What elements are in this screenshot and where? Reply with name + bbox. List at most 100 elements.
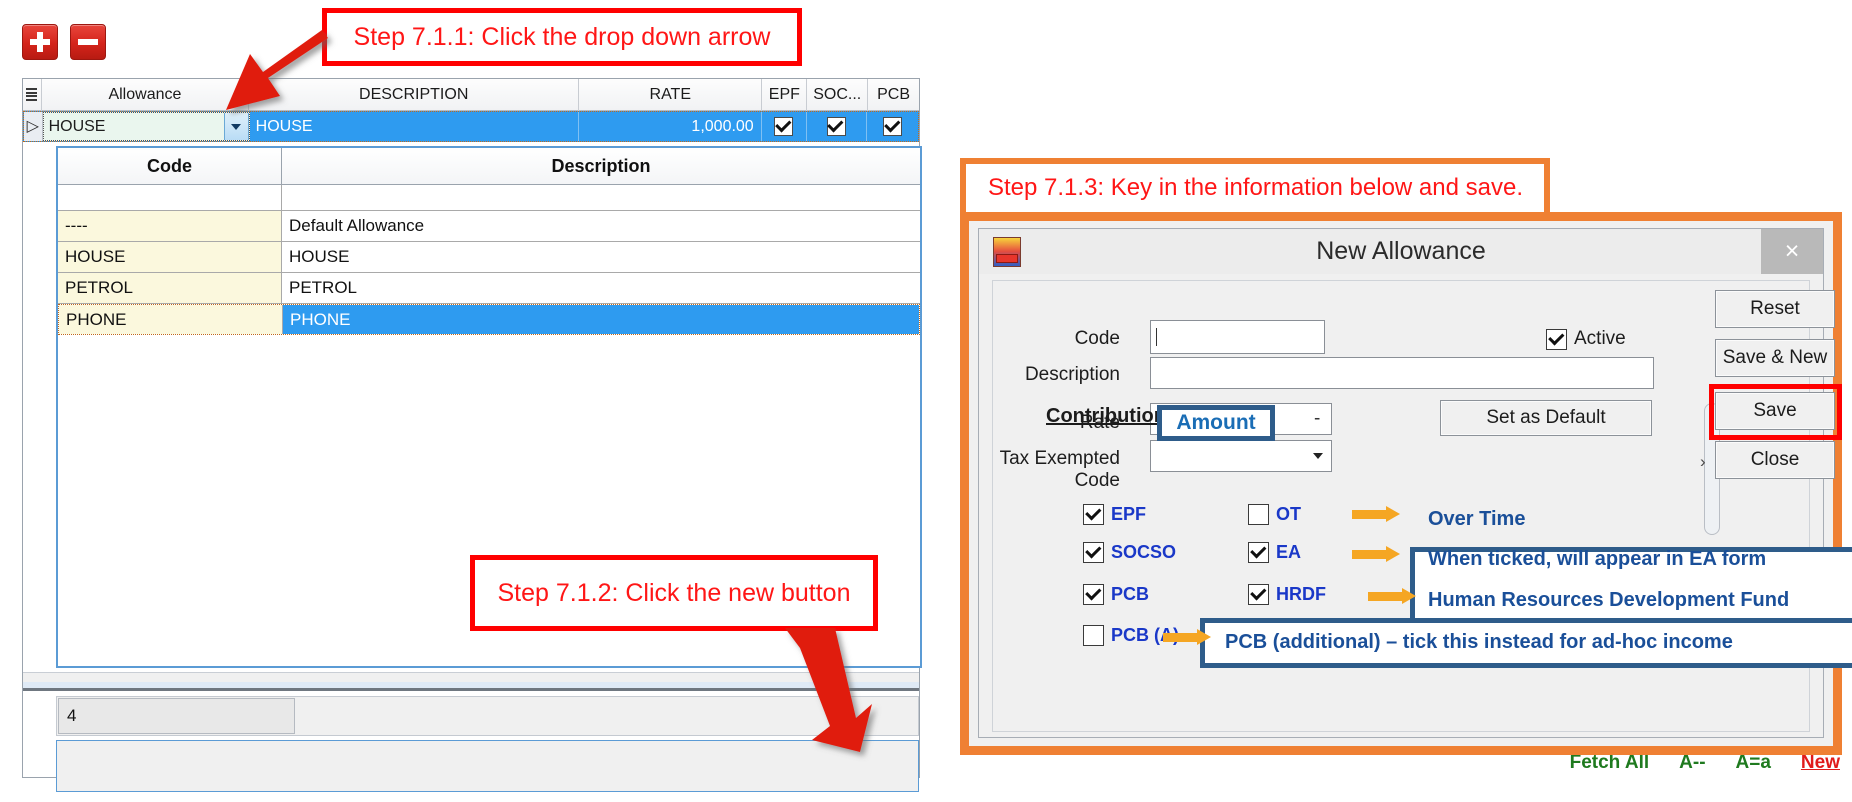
label-epf: EPF <box>1111 504 1147 524</box>
remove-row-button[interactable] <box>70 24 106 60</box>
checkbox-pcb[interactable] <box>1083 584 1104 605</box>
check-icon <box>774 116 792 133</box>
check-icon <box>1249 584 1266 601</box>
dropdown-item-default[interactable]: ---- Default Allowance <box>58 211 920 242</box>
column-header-socso[interactable]: SOC... <box>807 78 869 111</box>
dropdown-column-code: Code <box>58 148 282 184</box>
cell-epf-checkbox[interactable] <box>762 112 807 141</box>
checkbox-row-ea[interactable]: EA <box>1248 542 1301 563</box>
tax-exempted-code-select[interactable] <box>1150 440 1332 472</box>
check-icon <box>1547 328 1564 346</box>
dropdown-item-petrol[interactable]: PETROL PETROL <box>58 273 920 304</box>
dropdown-item-description: Default Allowance <box>282 211 920 241</box>
close-button[interactable]: Close <box>1715 441 1835 479</box>
allowance-combobox[interactable]: HOUSE <box>42 112 250 141</box>
checkbox-socso[interactable] <box>826 116 846 136</box>
reset-button[interactable]: Reset <box>1715 290 1835 328</box>
dropdown-item-house[interactable]: HOUSE HOUSE <box>58 242 920 273</box>
code-input[interactable] <box>1150 320 1325 354</box>
arrow-to-ea-note <box>1352 546 1400 562</box>
allowance-combobox-value: HOUSE <box>48 118 106 135</box>
check-icon <box>1084 542 1101 559</box>
checkbox-active[interactable] <box>1546 328 1567 350</box>
dropdown-header: Code Description <box>58 148 920 185</box>
check-icon <box>827 116 844 133</box>
callout-step-7-1-2-text: Step 7.1.2: Click the new button <box>497 578 851 607</box>
dropdown-item-phone[interactable]: PHONE PHONE <box>58 304 920 335</box>
check-icon <box>1084 584 1101 601</box>
checkbox-epf[interactable] <box>774 116 794 136</box>
column-header-epf[interactable]: EPF <box>762 78 808 111</box>
footer-links: Fetch All A-- A=a New <box>1570 752 1840 774</box>
checkbox-epf[interactable] <box>1083 504 1104 525</box>
annotation-pcba-note: PCB (additional) – tick this instead for… <box>1225 631 1733 653</box>
close-icon[interactable]: × <box>1761 229 1823 274</box>
grid-data-row[interactable]: ▷ HOUSE HOUSE 1,000.00 <box>23 111 919 142</box>
dropdown-spacer-row <box>58 185 920 211</box>
footer-bar <box>56 740 919 792</box>
checkbox-ea[interactable] <box>1248 542 1269 563</box>
checkbox-row-hrdf[interactable]: HRDF <box>1248 584 1326 605</box>
cell-rate[interactable]: 1,000.00 <box>579 112 762 141</box>
annotation-ea-note: When ticked, will appear in EA form <box>1428 548 1767 570</box>
check-icon <box>1249 542 1266 559</box>
checkbox-row-epf[interactable]: EPF <box>1083 504 1146 525</box>
dropdown-item-code: PHONE <box>59 305 283 334</box>
checkbox-pcb[interactable] <box>883 116 903 136</box>
description-input[interactable] <box>1150 357 1654 389</box>
label-ot: OT <box>1276 504 1301 524</box>
annotation-hrdf-note: Human Resources Development Fund <box>1428 589 1790 611</box>
cell-description[interactable]: HOUSE <box>250 112 579 141</box>
label-active: Active <box>1574 328 1626 349</box>
dropdown-item-description: HOUSE <box>282 242 920 272</box>
checkbox-row-pcb[interactable]: PCB <box>1083 584 1149 605</box>
chevron-down-icon <box>1313 453 1323 459</box>
new-link[interactable]: New <box>1801 752 1840 774</box>
contribution-section-title: Contribution <box>1046 405 1166 427</box>
checkbox-hrdf[interactable] <box>1248 584 1269 605</box>
dropdown-item-code: HOUSE <box>58 242 282 272</box>
callout-step-7-1-2: Step 7.1.2: Click the new button <box>470 555 878 631</box>
row-indicator-header <box>23 78 42 111</box>
sort-descending-link[interactable]: A-- <box>1679 752 1705 774</box>
callout-step-7-1-3: Step 7.1.3: Key in the information below… <box>960 158 1550 218</box>
checkbox-ot[interactable] <box>1248 504 1269 525</box>
arrow-to-pcba-note <box>1163 629 1211 645</box>
column-header-description[interactable]: DESCRIPTION <box>249 78 580 111</box>
grid-splitter-bar[interactable] <box>23 688 919 691</box>
chevron-down-icon[interactable] <box>223 113 249 140</box>
column-header-pcb[interactable]: PCB <box>868 79 919 111</box>
checkbox-pcb-a[interactable] <box>1083 625 1104 646</box>
record-count-field[interactable]: 4 <box>58 698 295 734</box>
grid-header-row: Allowance DESCRIPTION RATE EPF SOC... PC… <box>23 78 919 111</box>
column-header-allowance[interactable]: Allowance <box>42 78 250 111</box>
arrow-to-ot-note <box>1352 506 1400 522</box>
arrow-to-hrdf-note <box>1368 588 1416 604</box>
label-description: Description <box>1024 364 1120 385</box>
label-pcb: PCB <box>1111 584 1150 604</box>
chevron-right-icon[interactable]: › <box>1700 452 1706 472</box>
sort-ascending-link[interactable]: A=a <box>1736 752 1771 774</box>
checkbox-socso[interactable] <box>1083 542 1104 563</box>
menu-icon <box>26 88 38 101</box>
dialog-title-bar[interactable]: New Allowance × <box>979 229 1823 274</box>
label-hrdf: HRDF <box>1276 584 1326 604</box>
active-checkbox-row[interactable]: Active <box>1546 328 1626 350</box>
annotation-ot-note: Over Time <box>1428 508 1526 530</box>
dropdown-column-description: Description <box>551 155 651 176</box>
cell-pcb-checkbox[interactable] <box>867 112 918 141</box>
label-ea: EA <box>1276 542 1302 562</box>
save-button[interactable]: Save <box>1715 392 1835 430</box>
column-header-rate[interactable]: RATE <box>579 78 763 111</box>
cell-socso-checkbox[interactable] <box>807 112 868 141</box>
save-and-new-button[interactable]: Save & New <box>1715 339 1835 377</box>
set-as-default-button[interactable]: Set as Default <box>1440 400 1652 436</box>
text-caret <box>1156 328 1157 346</box>
checkbox-row-ot[interactable]: OT <box>1248 504 1301 525</box>
fetch-all-link[interactable]: Fetch All <box>1570 752 1650 774</box>
label-socso: SOCSO <box>1111 542 1177 562</box>
label-tax-exempted-code: Tax Exempted Code <box>999 448 1120 491</box>
add-row-button[interactable] <box>22 24 58 60</box>
checkbox-row-socso[interactable]: SOCSO <box>1083 542 1176 563</box>
annotation-amount: Amount <box>1157 405 1275 441</box>
